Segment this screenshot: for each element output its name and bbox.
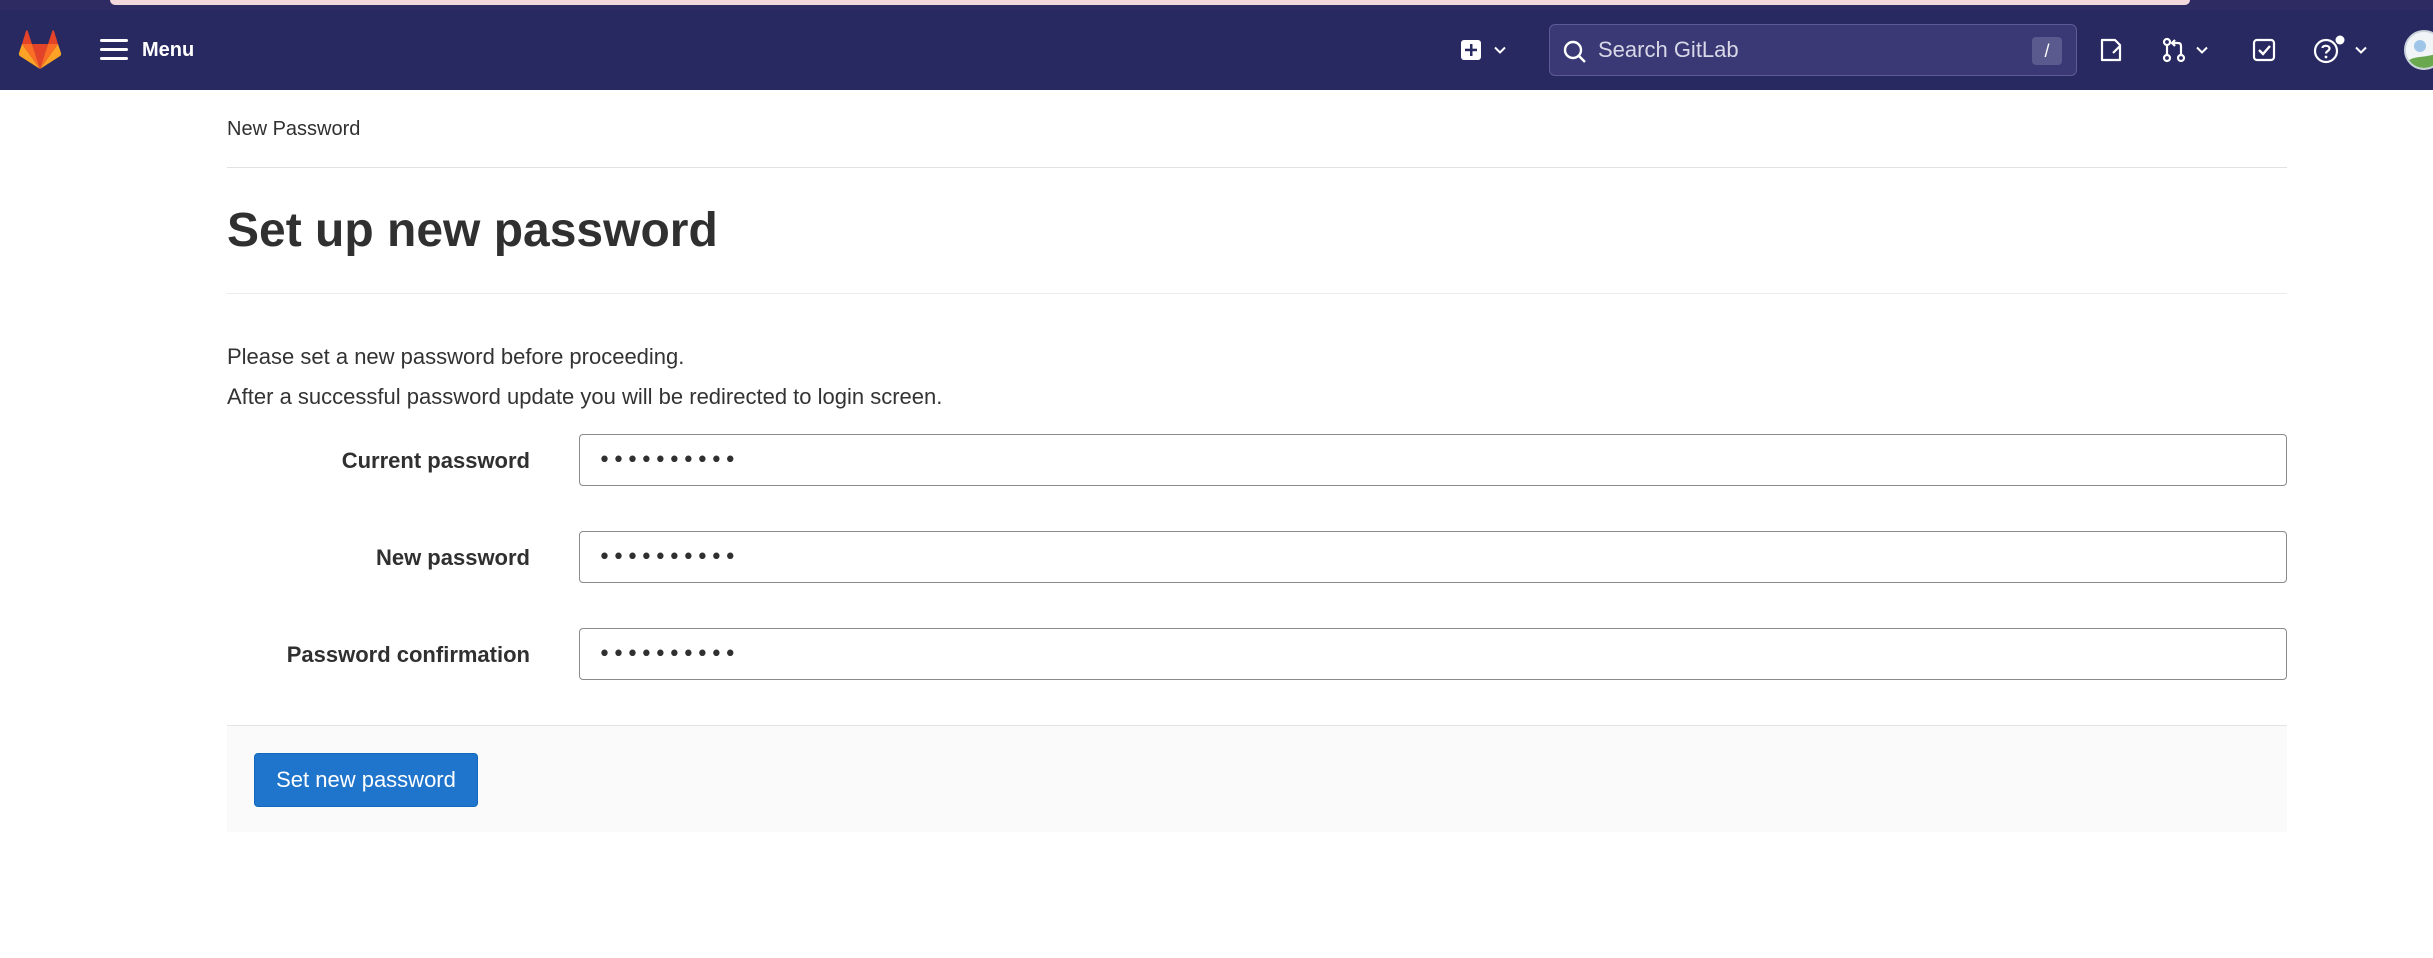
plus-square-icon (1461, 40, 1481, 60)
browser-tab-edge (110, 0, 2190, 5)
search-shortcut-badge: / (2032, 37, 2062, 65)
chevron-down-icon (1494, 46, 1506, 54)
avatar-icon (2406, 32, 2433, 68)
issues-icon (2100, 38, 2122, 62)
breadcrumb-current[interactable]: New Password (227, 118, 360, 140)
new-password-label: New password (375, 545, 530, 570)
intro-text: Please set a new password before proceed… (227, 337, 2287, 417)
help-icon (2313, 35, 2345, 64)
password-confirmation-row: Password confirmation (227, 628, 2287, 680)
current-password-label: Current password (341, 448, 530, 473)
password-form: Current password New password Password c… (227, 434, 2287, 832)
todo-icon (2252, 38, 2276, 62)
page-title: Set up new password (227, 168, 2287, 294)
intro-line-2: After a successful password update you w… (227, 384, 943, 409)
form-actions: Set new password (227, 725, 2287, 832)
search-bar[interactable]: / (1549, 24, 2077, 76)
intro-line-1: Please set a new password before proceed… (227, 344, 685, 369)
hamburger-icon (100, 39, 128, 61)
chevron-down-icon (2196, 46, 2208, 54)
new-dropdown-button[interactable] (1460, 32, 1520, 68)
merge-requests-button[interactable] (2160, 32, 2210, 68)
breadcrumb: New Password (227, 90, 2287, 168)
todos-button[interactable] (2250, 32, 2278, 68)
new-password-row: New password (227, 531, 2287, 583)
menu-button[interactable]: Menu (100, 28, 194, 72)
password-confirmation-label: Password confirmation (286, 642, 530, 667)
new-password-field[interactable] (579, 531, 2287, 583)
user-avatar[interactable] (2404, 30, 2433, 70)
set-new-password-button[interactable]: Set new password (254, 753, 478, 807)
main-content: New Password Set up new password Please … (227, 90, 2287, 832)
search-icon (1563, 40, 1586, 63)
password-confirmation-field[interactable] (579, 628, 2287, 680)
browser-tab-strip (0, 0, 2433, 10)
help-button[interactable] (2313, 32, 2369, 68)
chevron-down-icon (2355, 46, 2367, 54)
issues-button[interactable] (2097, 32, 2125, 68)
menu-label: Menu (142, 38, 195, 61)
current-password-row: Current password (227, 434, 2287, 486)
merge-request-icon (2162, 37, 2186, 63)
search-input[interactable] (1596, 35, 1996, 65)
current-password-field[interactable] (579, 434, 2287, 486)
top-navbar: Menu / (0, 10, 2433, 90)
gitlab-logo-icon[interactable] (18, 28, 62, 72)
